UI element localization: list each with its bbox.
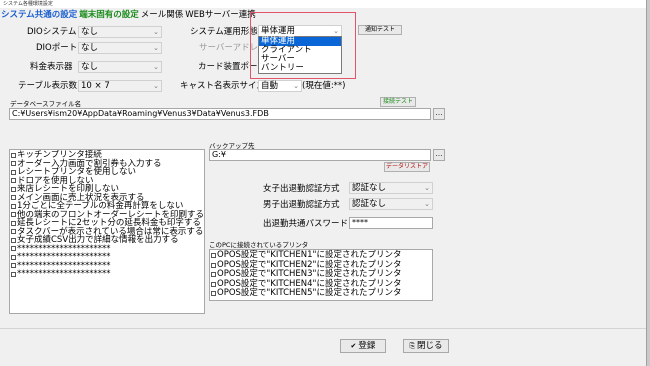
checkbox[interactable] bbox=[11, 169, 16, 175]
dio-port-select[interactable]: なし ⌄ bbox=[78, 42, 162, 54]
option-checklist: キッチンプリンタ接続 オーダー入力画面で割引券も入力する レシートプリンタを使用しな… bbox=[9, 149, 205, 314]
female-auth-label: 女子出退勤認証方式 bbox=[263, 184, 340, 194]
chevron-down-icon: ⌄ bbox=[333, 27, 339, 35]
table-count-label: テーブル表示数 bbox=[18, 81, 77, 91]
card-port-label: カード装置ポート bbox=[198, 62, 267, 72]
system-mode-dropdown[interactable]: 単体運用 クライアント サーバー バントリー bbox=[258, 36, 342, 74]
close-icon: ⎘ bbox=[409, 342, 416, 350]
checkbox[interactable] bbox=[11, 254, 16, 260]
checkbox[interactable] bbox=[11, 161, 16, 167]
backup-field[interactable]: G:¥ bbox=[209, 149, 431, 161]
connect-test-button[interactable]: 接続テスト bbox=[380, 97, 416, 107]
tab-bar: システム共通の設定 端末固有の設定 メール関係 WEBサーバー連携 bbox=[0, 9, 257, 21]
cast-size-current: (現在値:**) bbox=[302, 81, 346, 91]
server-address-label: サーバーアドレス bbox=[199, 43, 267, 53]
fee-display-select[interactable]: なし ⌄ bbox=[78, 61, 162, 73]
male-auth-label: 男子出退勤認証方式 bbox=[263, 200, 340, 210]
printer-list: OPOS設定で"KITCHEN1"に設定されたプリンタ OPOS設定で"KITCH… bbox=[209, 249, 433, 301]
checkbox[interactable] bbox=[11, 203, 16, 209]
fee-display-label: 料金表示器 bbox=[30, 62, 73, 72]
chevron-down-icon: ⌄ bbox=[153, 63, 159, 71]
checkbox[interactable] bbox=[211, 253, 216, 259]
dio-port-value: なし bbox=[81, 43, 99, 53]
fee-display-value: なし bbox=[81, 62, 99, 72]
system-mode-label: システム運用形態 bbox=[190, 27, 258, 37]
register-button[interactable]: ✔ 登録 bbox=[340, 339, 386, 353]
tab-terminal[interactable]: 端末固有の設定 bbox=[78, 9, 140, 21]
checkbox[interactable] bbox=[11, 186, 16, 192]
option-label: ********************** bbox=[17, 269, 111, 279]
checkbox[interactable] bbox=[11, 195, 16, 201]
backup-browse-button[interactable]: … bbox=[433, 149, 445, 161]
db-file-field[interactable]: C:¥Users¥ism20¥AppData¥Roaming¥Venus3¥Da… bbox=[9, 108, 431, 120]
window-title: システム各種環境設定 bbox=[0, 0, 646, 8]
male-auth-select[interactable]: 認証なし ⌄ bbox=[349, 198, 433, 210]
checkbox[interactable] bbox=[211, 262, 216, 268]
cast-size-select[interactable]: 自動 ⌄ bbox=[258, 80, 302, 92]
close-label: 閉じる bbox=[417, 341, 443, 351]
chevron-down-icon: ⌄ bbox=[153, 28, 159, 36]
male-auth-value: 認証なし bbox=[352, 199, 387, 209]
checkbox[interactable] bbox=[11, 212, 16, 218]
register-label: 登録 bbox=[358, 341, 376, 351]
db-browse-button[interactable]: … bbox=[433, 108, 445, 120]
tab-web-server[interactable]: WEBサーバー連携 bbox=[184, 9, 257, 21]
notify-test-button[interactable]: 通知テスト bbox=[358, 25, 402, 35]
female-auth-select[interactable]: 認証なし ⌄ bbox=[349, 182, 433, 194]
footer-divider bbox=[0, 328, 646, 329]
checkbox[interactable] bbox=[11, 271, 16, 277]
female-auth-value: 認証なし bbox=[352, 183, 387, 193]
dio-port-label: DIOポート bbox=[36, 43, 78, 53]
chevron-down-icon: ⌄ bbox=[424, 200, 430, 208]
checkbox[interactable] bbox=[11, 246, 16, 252]
checkbox[interactable] bbox=[11, 178, 16, 184]
settings-window: システム各種環境設定 システム共通の設定 端末固有の設定 メール関係 WEBサー… bbox=[0, 0, 647, 366]
cast-size-value: 自動 bbox=[261, 81, 279, 91]
printer-row[interactable]: OPOS設定で"KITCHEN5"に設定されたプリンタ bbox=[210, 288, 432, 299]
chevron-down-icon: ⌄ bbox=[153, 82, 159, 90]
dio-system-label: DIOシステム bbox=[27, 27, 77, 37]
option-checkbox-row[interactable]: ********************** bbox=[10, 270, 204, 279]
cast-size-label: キャスト名表示サイズ bbox=[180, 81, 265, 91]
chevron-down-icon: ⌄ bbox=[153, 44, 159, 52]
checkbox[interactable] bbox=[11, 263, 16, 269]
data-restore-button[interactable]: データリストア bbox=[384, 162, 430, 172]
checkbox[interactable] bbox=[11, 152, 16, 158]
checkbox[interactable] bbox=[11, 220, 16, 226]
dropdown-option[interactable]: バントリー bbox=[259, 64, 341, 73]
system-mode-value: 単体運用 bbox=[261, 26, 296, 36]
table-count-value: 10 × 7 bbox=[81, 81, 110, 91]
close-button[interactable]: ⎘ 閉じる bbox=[403, 339, 449, 353]
tab-system-common[interactable]: システム共通の設定 bbox=[0, 9, 78, 21]
dio-system-select[interactable]: なし ⌄ bbox=[78, 26, 162, 38]
checkbox[interactable] bbox=[211, 272, 216, 278]
chevron-down-icon: ⌄ bbox=[424, 184, 430, 192]
shared-password-field[interactable]: **** bbox=[349, 217, 433, 229]
check-icon: ✔ bbox=[350, 342, 357, 350]
checkbox[interactable] bbox=[11, 237, 16, 243]
tab-mail[interactable]: メール関係 bbox=[140, 9, 185, 21]
checkbox[interactable] bbox=[211, 291, 216, 297]
shared-password-label: 出退勤共通パスワード bbox=[263, 219, 349, 229]
dio-system-value: なし bbox=[81, 27, 99, 37]
table-count-select[interactable]: 10 × 7 ⌄ bbox=[78, 80, 162, 92]
checkbox[interactable] bbox=[211, 281, 216, 287]
checkbox[interactable] bbox=[11, 229, 16, 235]
printer-label: OPOS設定で"KITCHEN5"に設定されたプリンタ bbox=[217, 288, 402, 298]
chevron-down-icon: ⌄ bbox=[293, 82, 299, 90]
